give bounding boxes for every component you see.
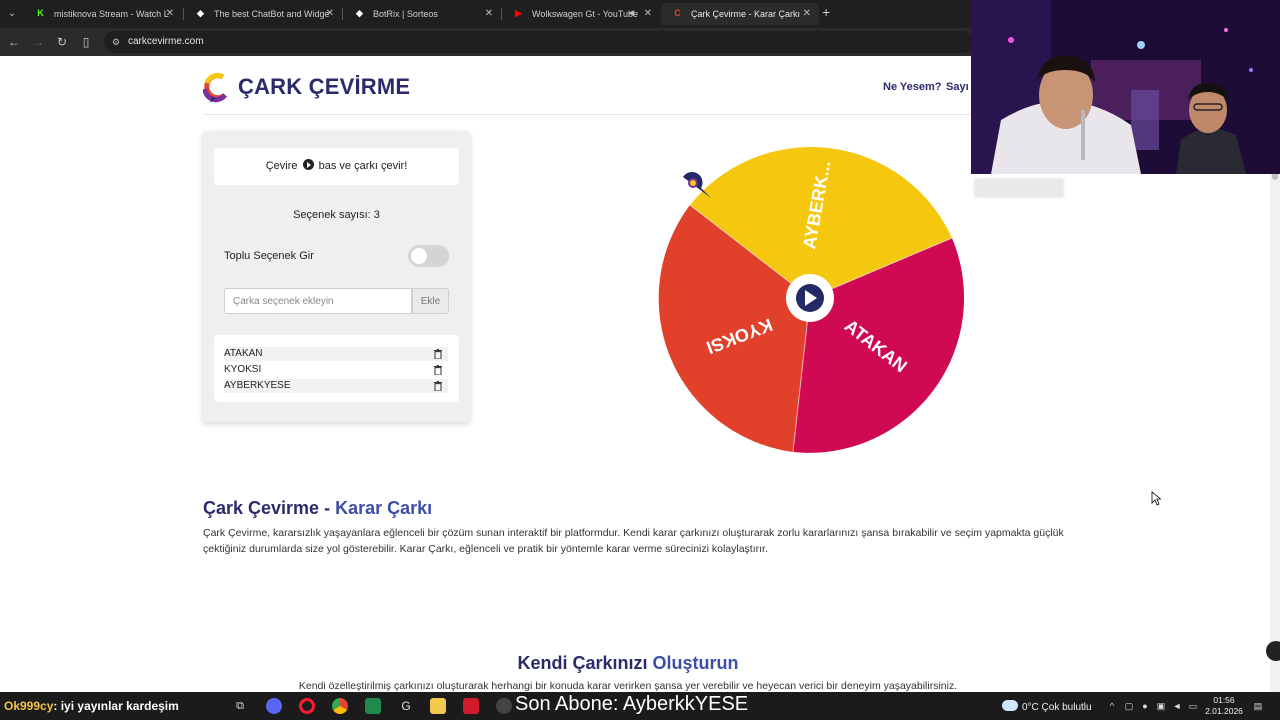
header-divider (203, 114, 1028, 115)
microphone-icon[interactable]: ● (1140, 701, 1150, 711)
tab-title: Çark Çevirme - Karar Çarkı (691, 9, 801, 19)
list-item: KYOKSI (224, 363, 448, 377)
tray-chevron-icon[interactable]: ^ (1107, 701, 1117, 711)
spin-hint: Çevire bas ve çarkı çevir! (214, 148, 459, 185)
reload-icon[interactable]: ↻ (54, 34, 70, 50)
section2-title-main: Kendi Çarkınızı (517, 653, 653, 673)
tab-chatbot[interactable]: ◆ The best ChatBot and Widgets ✕ (184, 3, 342, 25)
kick-favicon-icon: K (37, 8, 44, 18)
toggle-knob (411, 248, 427, 264)
site-logo-text[interactable]: ÇARK ÇEVİRME (238, 74, 410, 100)
excel-icon[interactable] (365, 698, 381, 714)
obs-icon[interactable] (496, 698, 512, 714)
cloud-icon (1002, 700, 1018, 711)
clock-date: 2.01.2026 (1205, 706, 1243, 716)
weather-widget[interactable]: 0°C Çok bulutlu (1002, 700, 1092, 713)
weather-text: 0°C Çok bulutlu (1022, 702, 1092, 713)
youtube-favicon-icon: ▶ (515, 8, 522, 18)
system-clock[interactable]: 01:56 2.01.2026 (1204, 695, 1244, 717)
file-explorer-icon[interactable] (430, 698, 446, 714)
section2-title: Kendi Çarkınızı Oluşturun (0, 653, 1256, 674)
section-title-main: Çark Çevirme - (203, 498, 336, 518)
tab-title: Wolkswagen Gt - YouTube (532, 9, 639, 19)
tab-botrix[interactable]: ◆ BotRix | Sorteos ✕ (343, 3, 501, 25)
section2-title-accent: Oluşturun (652, 653, 739, 673)
network-icon[interactable]: ▭ (1188, 701, 1198, 711)
bulk-entry-label: Toplu Seçenek Gir (224, 250, 314, 262)
nav-ne-yesem[interactable]: Ne Yesem? (883, 81, 942, 93)
task-view-icon[interactable]: ⧉ (232, 698, 248, 714)
option-input[interactable] (224, 288, 412, 314)
add-option-button[interactable]: Ekle (412, 288, 449, 314)
option-count: Seçenek sayısı: 3 (293, 209, 380, 221)
section2-paragraph: Kendi özelleştirilmiş çarkınızı oluştura… (298, 680, 958, 692)
tab-cark-cevirme[interactable]: C Çark Çevirme - Karar Çarkı ✕ (661, 3, 819, 25)
section-paragraph: Çark Çevirme, kararsızlık yaşayanlara eğ… (203, 527, 1064, 555)
tab-youtube[interactable]: ▶ Wolkswagen Gt - YouTube ◄ ✕ (502, 3, 660, 25)
tray-app-icon[interactable]: ▣ (1156, 701, 1166, 711)
close-icon[interactable]: ✕ (803, 3, 811, 25)
close-icon[interactable]: ✕ (485, 3, 493, 25)
opera-icon[interactable] (299, 698, 315, 714)
ticker-user: Ok999cy (4, 699, 54, 713)
trash-icon[interactable] (434, 365, 442, 375)
options-list: ATAKAN KYOKSI AYBERKYESE (214, 335, 459, 402)
sidebar-icon[interactable]: ▯ (78, 34, 94, 50)
ticker-message: : iyi yayınlar kardeşim (53, 699, 179, 713)
list-item: AYBERKYESE (224, 379, 448, 393)
mouse-cursor-icon (1151, 491, 1161, 506)
close-icon[interactable]: ✕ (644, 3, 652, 25)
list-item: ATAKAN (224, 347, 448, 361)
options-panel: Çevire bas ve çarkı çevir! Seçenek sayıs… (203, 131, 470, 422)
streaming-app-icon[interactable] (463, 698, 479, 714)
speaker-icon[interactable]: ◄ (626, 3, 636, 25)
webcam-overlay (971, 0, 1280, 174)
close-icon[interactable]: ✕ (166, 3, 174, 25)
trash-icon[interactable] (434, 349, 442, 359)
discord-icon[interactable] (266, 698, 282, 714)
taskbar: Ok999cy: iyi yayınlar kardeşim ⧉ G Son A… (0, 692, 1280, 720)
play-icon (302, 159, 314, 170)
app-icon[interactable]: G (398, 698, 414, 714)
site-info-icon[interactable]: ⚙ (112, 36, 124, 48)
bulk-entry-toggle[interactable] (408, 245, 449, 267)
wheel-pointer-icon (683, 171, 711, 198)
hint-text-after: bas ve çarkı çevir! (318, 160, 408, 172)
chat-ticker: Ok999cy: iyi yayınlar kardeşim (4, 699, 179, 713)
clock-time: 01:56 (1213, 695, 1235, 705)
tab-kick[interactable]: K mistiknova Stream - Watch Live ✕ (24, 3, 182, 25)
blurred-notification (974, 178, 1064, 198)
tab-search-icon[interactable]: ⌄ (4, 6, 20, 22)
page-scrollbar[interactable] (1270, 118, 1280, 692)
logo-icon[interactable] (203, 71, 229, 103)
back-icon[interactable]: ← (6, 34, 22, 50)
decision-wheel[interactable]: AYBERK... ATAKAN KYOKSI (655, 143, 965, 453)
url-text: carkcevirme.com (128, 36, 204, 47)
option-label: ATAKAN (224, 348, 263, 359)
section-title-accent: Karar Çarkı (335, 498, 433, 518)
tab-title: BotRix | Sorteos (373, 9, 438, 19)
spin-button[interactable] (786, 274, 834, 322)
cark-favicon-icon: C (674, 8, 681, 18)
botrix-favicon-icon: ◆ (197, 8, 204, 18)
option-label: KYOKSI (224, 364, 262, 375)
hint-text-before: Çevire (265, 160, 298, 172)
new-tab-icon[interactable]: + (822, 4, 830, 20)
close-icon[interactable]: ✕ (326, 3, 334, 25)
side-panel-toggle-icon[interactable] (1266, 641, 1280, 661)
tab-title: The best ChatBot and Widgets (214, 9, 329, 19)
forward-icon[interactable]: → (30, 34, 46, 50)
latest-subscriber-banner: Son Abone: AyberkkYESE (515, 693, 749, 715)
tab-title: mistiknova Stream - Watch Live (54, 9, 169, 19)
url-field[interactable]: ⚙ carkcevirme.com (104, 31, 974, 53)
trash-icon[interactable] (434, 381, 442, 391)
notification-icon[interactable]: ▤ (1253, 701, 1263, 711)
chrome-icon[interactable] (332, 698, 348, 714)
section-title: Çark Çevirme - Karar Çarkı (203, 498, 432, 519)
volume-icon[interactable]: ◄ (1172, 701, 1182, 711)
botrix-favicon-icon: ◆ (356, 8, 363, 18)
option-label: AYBERKYESE (224, 380, 291, 391)
tray-app-icon[interactable]: ▢ (1124, 701, 1134, 711)
